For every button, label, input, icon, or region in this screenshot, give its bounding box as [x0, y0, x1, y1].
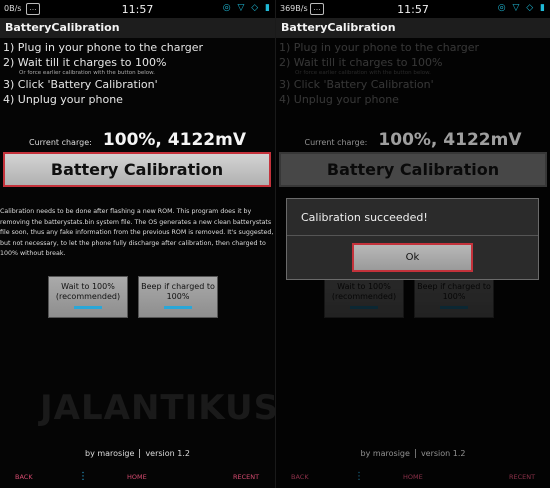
success-dialog: Calibration succeeded! Ok [286, 198, 539, 280]
status-icons: ◎ ▽ ◇ ▮ [222, 3, 272, 13]
recent-button[interactable]: RECENT [233, 473, 259, 481]
status-bar: 0B/s … 11:57 ◎ ▽ ◇ ▮ [0, 0, 275, 18]
current-charge: Current charge: 100%, 4122mV [0, 130, 275, 150]
version: version 1.2 [145, 449, 191, 458]
ok-button[interactable]: Ok [352, 243, 473, 272]
wait-indicator [74, 306, 102, 309]
right-screen: 369B/s … 11:57 ◎ ▽ ◇ ▮ BatteryCalibratio… [275, 0, 550, 488]
dialog-message: Calibration succeeded! [301, 211, 428, 224]
wait-button-label: Wait to 100% (recommended) [55, 282, 121, 301]
app-title: BatteryCalibration [0, 18, 275, 38]
status-bar: 369B/s … 11:57 ◎ ▽ ◇ ▮ [276, 0, 550, 18]
wait-to-100-button[interactable]: Wait to 100% (recommended) [48, 276, 128, 318]
step-2: 2) Wait till it charges to 100% [3, 56, 167, 69]
beep-button[interactable]: Beep if charged to 100% [138, 276, 218, 318]
back-button[interactable]: BACK [15, 473, 33, 481]
home-button[interactable]: HOME [127, 473, 147, 481]
menu-icon[interactable]: ⋮ [78, 471, 88, 482]
dialog-divider [287, 235, 538, 236]
info-text: Calibration needs to be done after flash… [0, 208, 274, 257]
step-note: Or force earlier calibration with the bu… [19, 70, 155, 76]
instructions: 1) Plug in your phone to the charger 2) … [3, 40, 273, 107]
watermark-logo: JALANTIKUS [40, 388, 275, 428]
footer: by marosige version 1.2 [0, 449, 275, 458]
app-title: BatteryCalibration [276, 18, 550, 38]
nav-bar: BACK ⋮ HOME RECENT [0, 466, 275, 488]
step-4: 4) Unplug your phone [3, 93, 123, 106]
charge-label: Current charge: [29, 138, 92, 147]
step-1: 1) Plug in your phone to the charger [3, 41, 204, 54]
battery-calibration-button[interactable]: Battery Calibration [3, 152, 271, 187]
beep-button-label: Beep if charged to 100% [141, 282, 215, 301]
left-screen: 0B/s … 11:57 ◎ ▽ ◇ ▮ BatteryCalibration … [0, 0, 275, 488]
author: by marosige [84, 449, 135, 458]
charge-value: 100%, 4122mV [102, 130, 246, 150]
beep-indicator [164, 306, 192, 309]
status-icons: ◎ ▽ ◇ ▮ [497, 3, 547, 13]
step-3: 3) Click 'Battery Calibration' [3, 78, 158, 91]
